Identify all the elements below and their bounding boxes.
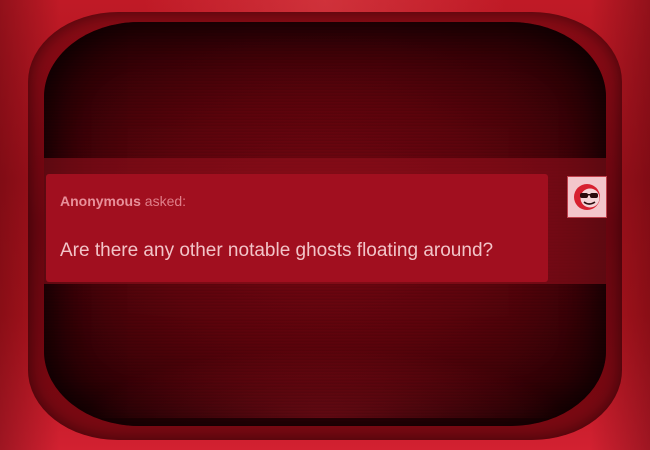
tv-frame: Anonymous asked: Are there any other not… <box>0 0 650 450</box>
asker-line: Anonymous asked: <box>60 193 186 209</box>
ask-card: Anonymous asked: Are there any other not… <box>46 174 548 282</box>
ask-question: Are there any other notable ghosts float… <box>60 240 494 261</box>
sunglasses-smiley-icon <box>574 184 600 210</box>
asker-name[interactable]: Anonymous <box>60 193 141 209</box>
asker-verb: asked: <box>144 193 187 209</box>
screen-glow <box>84 348 566 418</box>
avatar[interactable] <box>567 176 607 218</box>
